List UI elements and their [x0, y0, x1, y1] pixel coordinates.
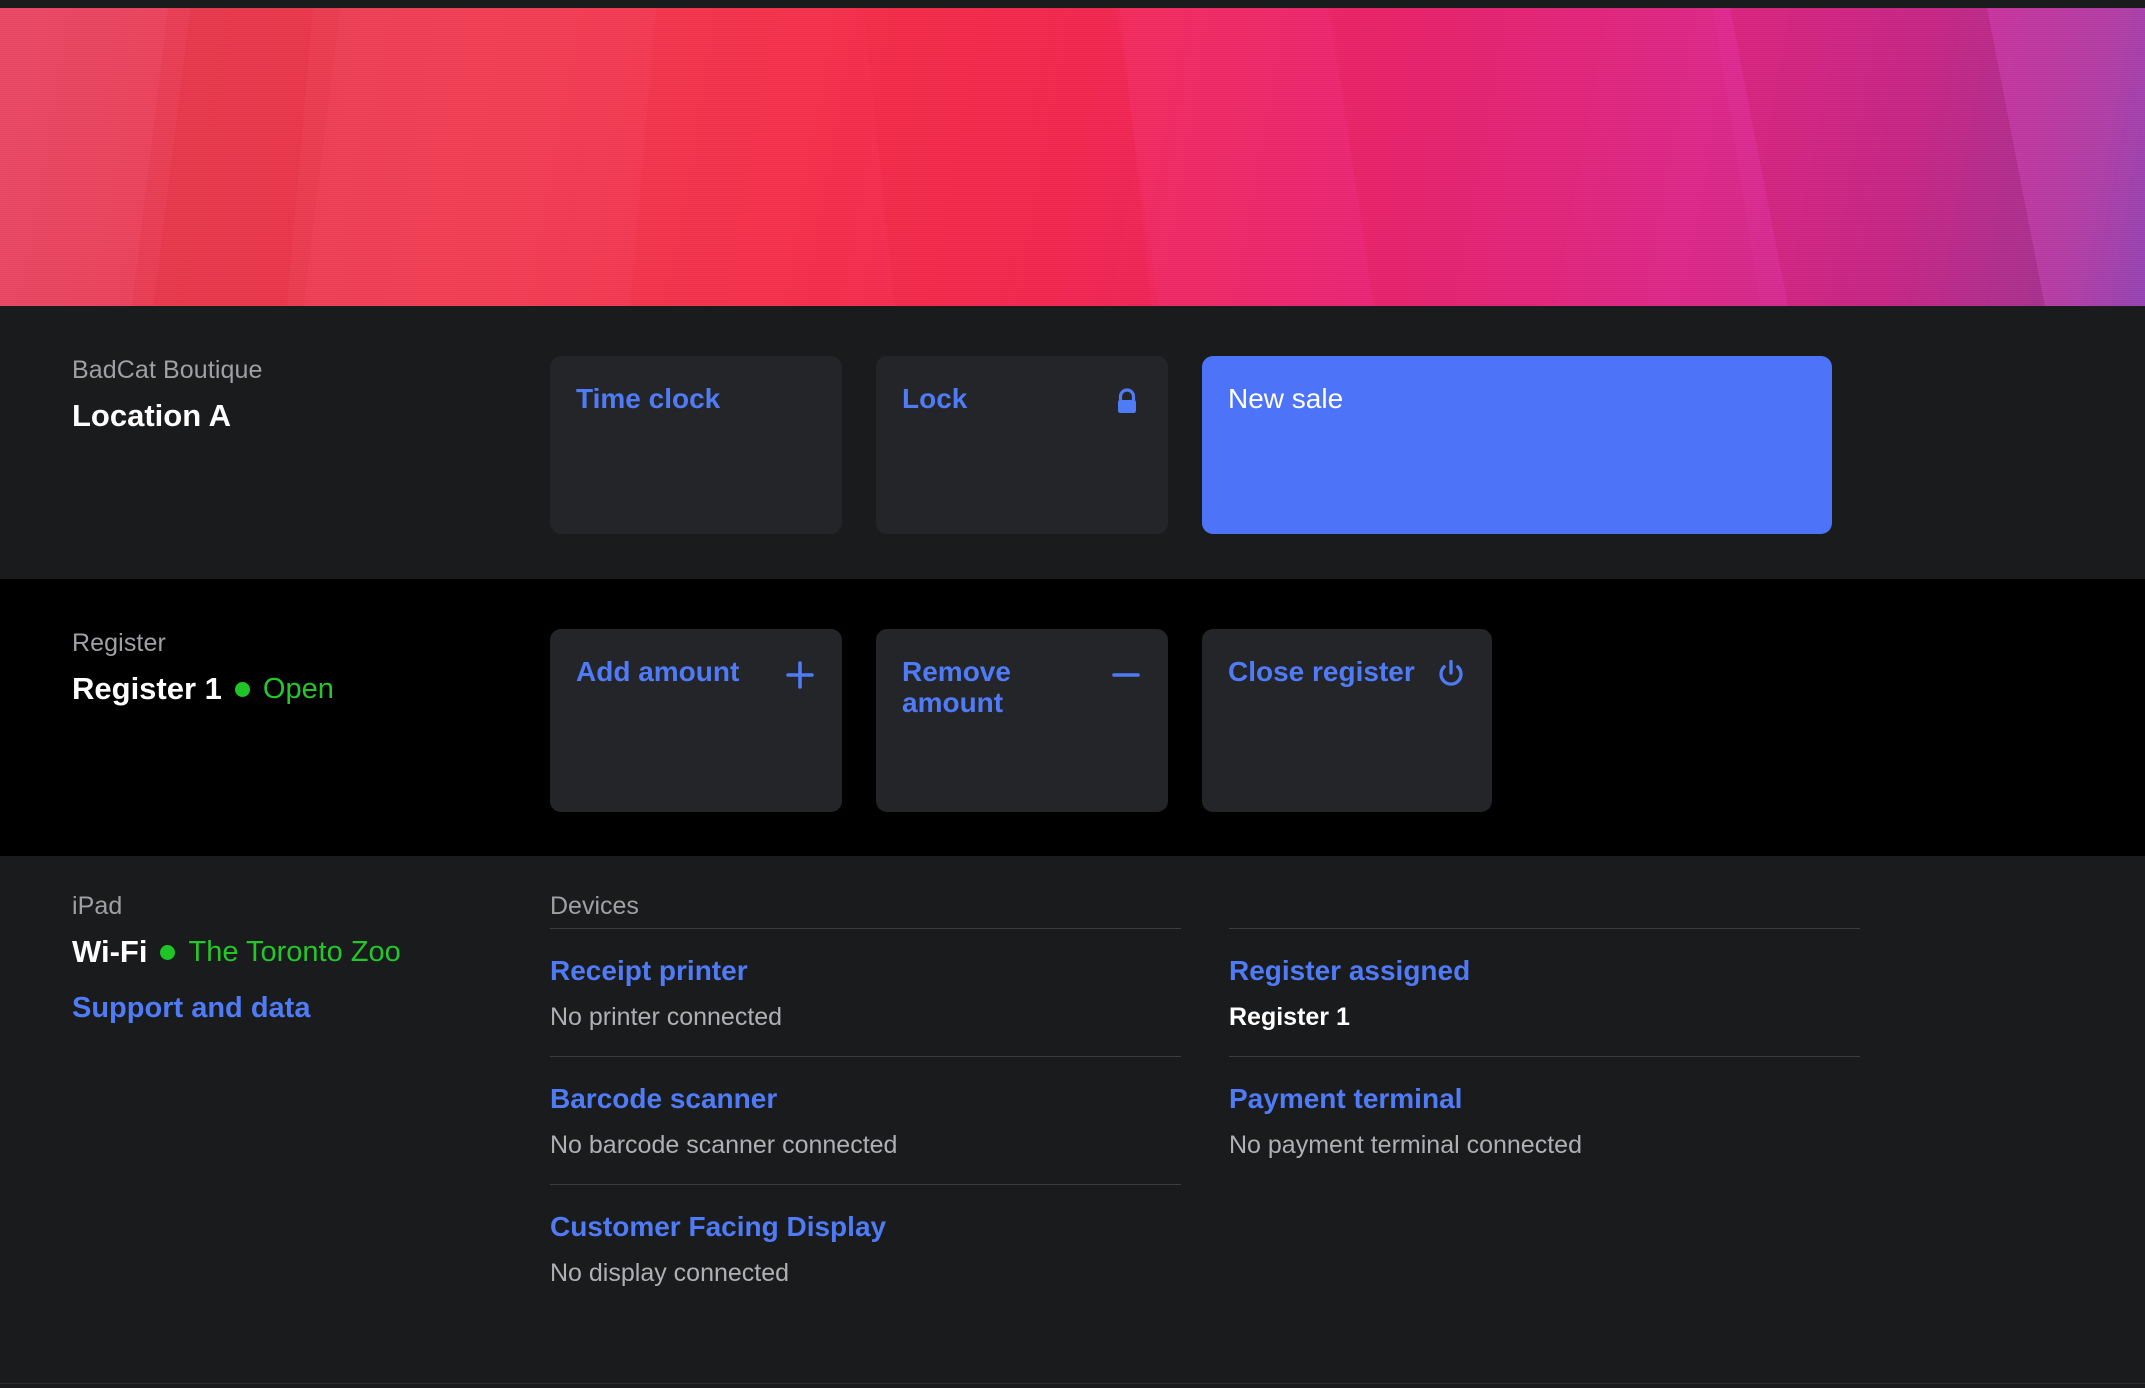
top-edge-strip: [0, 0, 2145, 8]
device-row-barcode-scanner[interactable]: Barcode scanner No barcode scanner conne…: [550, 1057, 1181, 1184]
close-register-label: Close register: [1228, 656, 1415, 687]
device-status: No display connected: [550, 1259, 790, 1287]
lock-label: Lock: [902, 383, 968, 414]
location-info: BadCat Boutique Location A: [72, 356, 550, 579]
remove-amount-label: Remove amount: [902, 656, 1011, 718]
close-register-button[interactable]: Close register: [1202, 629, 1492, 812]
time-clock-button[interactable]: Time clock: [550, 356, 842, 534]
ipad-info: iPad Wi-Fi The Toronto Zoo Support and d…: [72, 892, 550, 1388]
device-title: Receipt printer: [550, 955, 748, 986]
remove-amount-button[interactable]: Remove amount: [876, 629, 1168, 812]
device-row-receipt-printer[interactable]: Receipt printer No printer connected: [550, 929, 1181, 1056]
location-section: BadCat Boutique Location A Time clock Lo…: [0, 306, 2145, 579]
wifi-label: Wi-Fi: [72, 934, 148, 969]
device-status: No printer connected: [550, 1003, 783, 1031]
register-section: Register Register 1 Open Add amount Remo…: [0, 579, 2145, 856]
wifi-network-name: The Toronto Zoo: [188, 935, 401, 968]
wifi-status-dot-icon: [160, 944, 176, 960]
device-status: No barcode scanner connected: [550, 1131, 898, 1159]
register-name-status: Register 1 Open: [72, 671, 550, 707]
register-section-label: Register: [72, 629, 166, 657]
devices-columns: Devices Receipt printer No printer conne…: [550, 892, 1860, 1388]
support-and-data-link[interactable]: Support and data: [72, 992, 310, 1025]
add-amount-label: Add amount: [576, 656, 740, 687]
plus-icon: [784, 659, 816, 691]
device-title: Barcode scanner: [550, 1083, 778, 1114]
device-title: Register assigned: [1229, 955, 1471, 986]
bottom-divider: [0, 1383, 2145, 1384]
devices-column-header: Devices: [550, 892, 639, 920]
register-actions: Add amount Remove amount Close register: [550, 629, 1492, 856]
devices-column: Devices Receipt printer No printer conne…: [550, 892, 1181, 1388]
assignments-column-header: [1229, 892, 1860, 928]
register-name: Register 1: [72, 671, 222, 706]
register-status-badge: Open: [262, 672, 334, 705]
time-clock-label: Time clock: [576, 383, 721, 414]
device-row-register-assigned[interactable]: Register assigned Register 1: [1229, 929, 1860, 1056]
register-info: Register Register 1 Open: [72, 629, 550, 856]
ipad-label: iPad: [72, 892, 123, 920]
device-status: No payment terminal connected: [1229, 1131, 1582, 1159]
new-sale-button[interactable]: New sale: [1202, 356, 1832, 534]
minus-icon: [1110, 659, 1142, 691]
device-row-customer-facing-display[interactable]: Customer Facing Display No display conne…: [550, 1185, 1181, 1312]
devices-section: iPad Wi-Fi The Toronto Zoo Support and d…: [0, 856, 2145, 1388]
location-actions: Time clock Lock New sale: [550, 356, 1832, 579]
store-name: BadCat Boutique: [72, 356, 263, 384]
add-amount-button[interactable]: Add amount: [550, 629, 842, 812]
device-status: Register 1: [1229, 1003, 1350, 1031]
assignments-column: Register assigned Register 1 Payment ter…: [1229, 892, 1860, 1388]
status-dot-icon: [234, 681, 250, 697]
new-sale-label: New sale: [1228, 383, 1344, 414]
pos-home-screen: BadCat Boutique Location A Time clock Lo…: [0, 0, 2145, 1388]
power-icon: [1436, 659, 1466, 690]
location-name: Location A: [72, 398, 232, 433]
device-row-payment-terminal[interactable]: Payment terminal No payment terminal con…: [1229, 1057, 1860, 1184]
device-title: Customer Facing Display: [550, 1211, 887, 1242]
decorative-gradient-banner: [0, 8, 2145, 306]
wifi-status-row: Wi-Fi The Toronto Zoo: [72, 934, 550, 970]
lock-button[interactable]: Lock: [876, 356, 1168, 534]
lock-icon: [1112, 386, 1142, 418]
device-title: Payment terminal: [1229, 1083, 1463, 1114]
